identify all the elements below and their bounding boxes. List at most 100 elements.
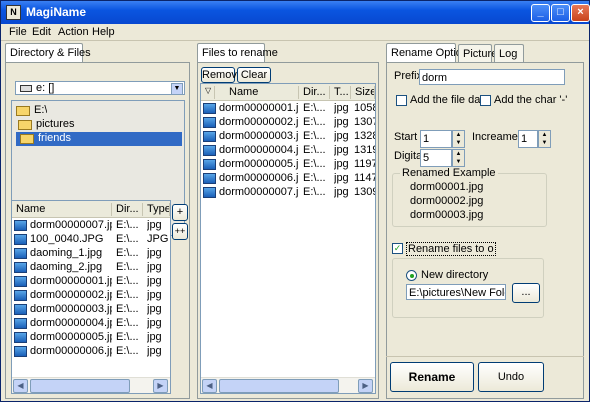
new-directory-input[interactable]: E:\pictures\New Folder\ (406, 284, 506, 300)
remove-button[interactable]: Remove (201, 67, 243, 83)
title-bar[interactable]: N MagiName _ □ × (1, 1, 590, 24)
file-name: daoming_2.jpg (30, 261, 103, 273)
add-button[interactable]: + (172, 204, 188, 221)
file-name: dorm00000006.jpg (30, 345, 112, 357)
rename-file-list[interactable]: ▽ Name Dir... T... Size dorm00000001.jpg… (200, 83, 376, 394)
app-icon: N (6, 5, 21, 20)
file-name: dorm00000003.jpg (219, 130, 299, 142)
col-name[interactable]: Name (215, 86, 299, 99)
file-size: 1197 (354, 158, 375, 170)
file-name: dorm00000002.jpg (219, 116, 299, 128)
example-item: dorm00002.jpg (410, 195, 484, 207)
menu-action[interactable]: Action (58, 26, 89, 38)
file-type: jpg (334, 102, 349, 114)
list-item[interactable]: dorm00000005.jpg E:\... jpg (12, 331, 170, 345)
col-size[interactable]: Size (351, 86, 375, 99)
file-name: daoming_1.jpg (30, 247, 103, 259)
prefix-input[interactable]: dorm (419, 69, 565, 85)
col-dir[interactable]: Dir... (299, 86, 330, 99)
list-item[interactable]: dorm00000004.jpg E:\... jpg (12, 317, 170, 331)
list-item[interactable]: dorm00000001.jpg E:\... jpg 1058 (201, 102, 375, 116)
sort-icon[interactable]: ▽ (201, 86, 215, 99)
menu-help[interactable]: Help (92, 26, 115, 38)
digital-input[interactable]: 5 (420, 149, 452, 167)
file-type: jpg (147, 247, 162, 259)
file-type: jpg (147, 331, 162, 343)
start-label: Start (394, 131, 418, 143)
menu-edit[interactable]: Edit (32, 26, 51, 38)
file-dir: E:\... (116, 345, 139, 357)
col-name[interactable]: Name (12, 203, 112, 216)
folder-item[interactable]: E:\ (14, 104, 182, 118)
file-name: dorm00000005.jpg (30, 331, 112, 343)
image-file-icon (14, 346, 27, 357)
file-dir: E:\... (303, 158, 326, 170)
list-item[interactable]: dorm00000007.jpg E:\... jpg 1309 (201, 186, 375, 200)
new-directory-label: New directory (421, 269, 489, 281)
list-item[interactable]: dorm00000003.jpg E:\... jpg (12, 303, 170, 317)
browse-button[interactable]: ... (512, 283, 540, 303)
image-file-icon (14, 304, 27, 315)
start-input[interactable]: 1 (420, 130, 452, 148)
file-type: jpg (334, 158, 349, 170)
file-type: jpg (334, 116, 349, 128)
file-name: dorm00000002.jpg (30, 289, 112, 301)
increament-spinner[interactable]: ▲ ▼ (538, 130, 551, 148)
tab-picture[interactable]: Picture (458, 44, 497, 63)
list-item[interactable]: daoming_2.jpg E:\... jpg (12, 261, 170, 275)
minimize-button[interactable]: _ (531, 4, 550, 22)
digital-spinner[interactable]: ▲ ▼ (452, 149, 465, 167)
close-button[interactable]: × (571, 4, 590, 22)
list-item[interactable]: dorm00000001.jpg E:\... jpg (12, 275, 170, 289)
add-file-date-checkbox[interactable] (396, 95, 407, 106)
file-dir: E:\... (116, 303, 139, 315)
list-item[interactable]: dorm00000004.jpg E:\... jpg 1319 (201, 144, 375, 158)
increament-input[interactable]: 1 (518, 130, 538, 148)
undo-button[interactable]: Undo (478, 362, 544, 392)
folder-icon (18, 120, 32, 130)
list-item[interactable]: dorm00000007.jpg E:\... jpg (12, 219, 170, 233)
file-dir: E:\... (116, 331, 139, 343)
image-file-icon (14, 276, 27, 287)
col-dir[interactable]: Dir... (112, 203, 143, 216)
prefix-label: Prefix (394, 70, 423, 82)
file-type: jpg (334, 144, 349, 156)
list-item[interactable]: dorm00000005.jpg E:\... jpg 1197 (201, 158, 375, 172)
list-item[interactable]: dorm00000002.jpg E:\... jpg 1307 (201, 116, 375, 130)
source-file-list[interactable]: Name Dir... Type dorm00000007.jpg E:\... j… (11, 200, 171, 394)
start-spinner[interactable]: ▲ ▼ (452, 130, 465, 148)
folder-open-icon (20, 134, 34, 144)
clear-button[interactable]: Clear (237, 67, 271, 83)
list-item[interactable]: dorm00000003.jpg E:\... jpg 1328 (201, 130, 375, 144)
maximize-button[interactable]: □ (551, 4, 570, 22)
col-type[interactable]: Type (143, 203, 170, 216)
tab-directory-files[interactable]: Directory & Files (5, 43, 91, 64)
file-size: 1307 (354, 116, 375, 128)
col-type[interactable]: T... (330, 86, 351, 99)
list-item[interactable]: daoming_1.jpg E:\... jpg (12, 247, 170, 261)
rename-to-checkbox[interactable]: ✓ (392, 243, 403, 254)
tab-log[interactable]: Log (494, 44, 524, 63)
list-item[interactable]: 100_0040.JPG E:\... JPG (12, 233, 170, 247)
tab-rename-option[interactable]: Rename Option (386, 43, 468, 64)
list-item[interactable]: dorm00000006.jpg E:\... jpg 1147 (201, 172, 375, 186)
folder-item-selected[interactable]: friends (16, 132, 182, 146)
add-char-checkbox[interactable] (480, 95, 491, 106)
menu-file[interactable]: File (9, 26, 27, 38)
new-directory-radio[interactable] (406, 270, 417, 281)
add-all-button[interactable]: ++ (172, 223, 188, 240)
drive-select[interactable]: e: [] ▼ (15, 81, 185, 95)
list-item[interactable]: dorm00000002.jpg E:\... jpg (12, 289, 170, 303)
source-list-scrollbar[interactable]: ◀ ▶ (12, 377, 170, 393)
list-item[interactable]: dorm00000006.jpg E:\... jpg (12, 345, 170, 359)
file-dir: E:\... (303, 186, 326, 198)
rename-button[interactable]: Rename (390, 362, 474, 392)
source-list-header: Name Dir... Type (12, 201, 170, 218)
folder-item[interactable]: pictures (14, 118, 182, 132)
chevron-down-icon[interactable]: ▼ (171, 83, 183, 95)
rename-list-scrollbar[interactable]: ◀ ▶ (201, 377, 375, 393)
tab-files-to-rename[interactable]: Files to rename (197, 43, 278, 64)
file-name: dorm00000001.jpg (30, 275, 112, 287)
file-type: jpg (334, 172, 349, 184)
image-file-icon (203, 131, 216, 142)
